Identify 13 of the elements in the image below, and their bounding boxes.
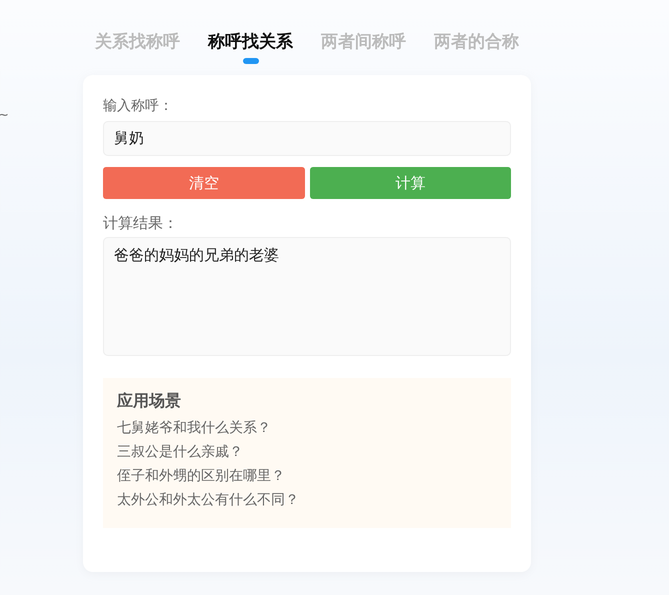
tab[interactable]: 称呼找关系: [208, 30, 293, 75]
scene-link[interactable]: 太外公和外太公有什么不同？: [117, 490, 497, 510]
result-label: 计算结果：: [103, 213, 179, 233]
clear-button[interactable]: 清空: [103, 167, 304, 199]
scenes-title: 应用场景: [117, 390, 182, 412]
scene-link[interactable]: 七舅姥爷和我什么关系？: [117, 418, 497, 438]
active-tab-indicator: [242, 58, 258, 64]
calculate-button[interactable]: 计算: [310, 167, 511, 199]
result-box: 爸爸的妈妈的兄弟的老婆: [103, 237, 511, 356]
scene-link[interactable]: 侄子和外甥的区别在哪里？: [117, 466, 497, 486]
input-label: 输入称呼：: [103, 97, 174, 115]
scene-link[interactable]: 三叔公是什么亲戚？: [117, 442, 497, 462]
input-field[interactable]: 舅奶: [103, 121, 511, 156]
